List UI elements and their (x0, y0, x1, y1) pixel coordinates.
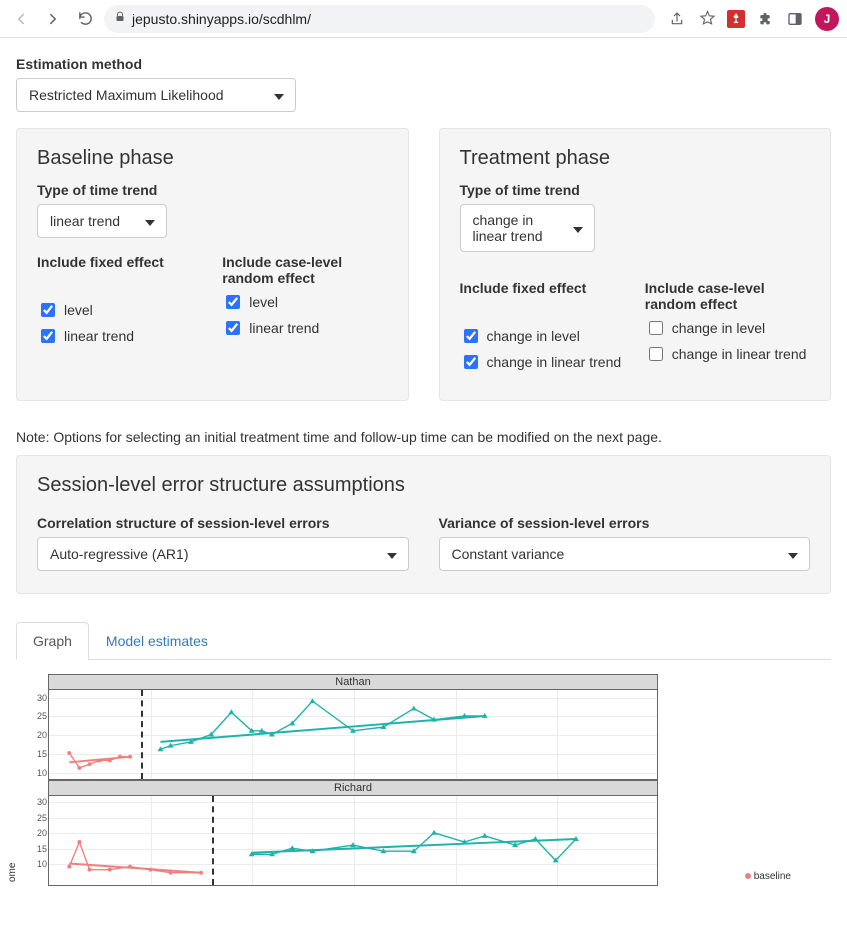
baseline-fixed-label: Include fixed effect (37, 254, 202, 270)
url-text: jepusto.shinyapps.io/scdhlm/ (132, 11, 311, 27)
facet-richard: Richard1015202530 (48, 780, 658, 886)
baseline-title: Baseline phase (37, 147, 388, 170)
browser-toolbar: jepusto.shinyapps.io/scdhlm/ J (0, 0, 847, 38)
note-text: Note: Options for selecting an initial t… (16, 429, 831, 445)
pdf-extension-icon[interactable] (727, 10, 745, 28)
back-button[interactable] (8, 6, 34, 32)
facet-title: Nathan (48, 674, 658, 690)
treatment-fixed-label: Include fixed effect (460, 280, 625, 296)
toolbar-right: J (661, 7, 839, 31)
extensions-icon[interactable] (755, 9, 775, 29)
bookmark-star-icon[interactable] (697, 9, 717, 29)
estimation-method-select[interactable]: Restricted Maximum Likelihood (16, 78, 296, 112)
tab-graph[interactable]: Graph (16, 622, 89, 660)
corr-structure-select[interactable]: Auto-regressive (AR1) (37, 537, 409, 571)
baseline-fixed-level-checkbox[interactable] (41, 303, 55, 317)
reload-button[interactable] (72, 6, 98, 32)
treatment-random-label: Include case-level random effect (645, 280, 810, 312)
plot-area: 1015202530 (48, 690, 658, 780)
profile-avatar[interactable]: J (815, 7, 839, 31)
baseline-trend-label: Type of time trend (37, 182, 388, 198)
tab-model-estimates[interactable]: Model estimates (89, 622, 225, 660)
treatment-trend-label: Type of time trend (460, 182, 811, 198)
facet-title: Richard (48, 780, 658, 796)
error-structure-panel: Session-level error structure assumption… (16, 455, 831, 594)
panel-icon[interactable] (785, 9, 805, 29)
baseline-fixed-linear-row[interactable]: linear trend (37, 326, 202, 346)
treatment-fixed-change-level-checkbox[interactable] (464, 329, 478, 343)
treatment-random-change-linear-row[interactable]: change in linear trend (645, 344, 810, 364)
baseline-fixed-level-row[interactable]: level (37, 300, 202, 320)
lock-icon (114, 11, 126, 26)
treatment-title: Treatment phase (460, 147, 811, 170)
variance-label: Variance of session-level errors (439, 515, 811, 531)
baseline-random-level-checkbox[interactable] (226, 295, 240, 309)
legend-dot-icon (745, 873, 751, 879)
baseline-fixed-linear-checkbox[interactable] (41, 329, 55, 343)
treatment-random-change-level-checkbox[interactable] (649, 321, 663, 335)
plot-area: 1015202530 (48, 796, 658, 886)
baseline-phase-panel: Baseline phase Type of time trend linear… (16, 128, 409, 401)
corr-structure-label: Correlation structure of session-level e… (37, 515, 409, 531)
legend-baseline: baseline (745, 871, 791, 882)
treatment-phase-panel: Treatment phase Type of time trend chang… (439, 128, 832, 401)
share-icon[interactable] (667, 9, 687, 29)
treatment-random-change-linear-checkbox[interactable] (649, 347, 663, 361)
error-title: Session-level error structure assumption… (37, 474, 810, 497)
facet-nathan: Nathan1015202530 (48, 674, 658, 780)
output-tabs: Graph Model estimates (16, 622, 831, 660)
y-axis-label: ome (7, 863, 18, 882)
variance-select[interactable]: Constant variance (439, 537, 811, 571)
app-content: Estimation method Restricted Maximum Lik… (0, 38, 847, 886)
address-bar[interactable]: jepusto.shinyapps.io/scdhlm/ (104, 5, 655, 33)
treatment-random-change-level-row[interactable]: change in level (645, 318, 810, 338)
baseline-trend-select[interactable]: linear trend (37, 204, 167, 238)
estimation-method-label: Estimation method (16, 56, 831, 72)
baseline-random-linear-row[interactable]: linear trend (222, 318, 387, 338)
treatment-trend-select[interactable]: change in linear trend (460, 204, 595, 252)
treatment-fixed-change-level-row[interactable]: change in level (460, 326, 625, 346)
baseline-random-label: Include case-level random effect (222, 254, 387, 286)
baseline-random-level-row[interactable]: level (222, 292, 387, 312)
baseline-random-linear-checkbox[interactable] (226, 321, 240, 335)
plots-container: Nathan1015202530Richard1015202530 ome ba… (16, 660, 831, 886)
treatment-fixed-change-linear-row[interactable]: change in linear trend (460, 352, 625, 372)
forward-button[interactable] (40, 6, 66, 32)
treatment-fixed-change-linear-checkbox[interactable] (464, 355, 478, 369)
